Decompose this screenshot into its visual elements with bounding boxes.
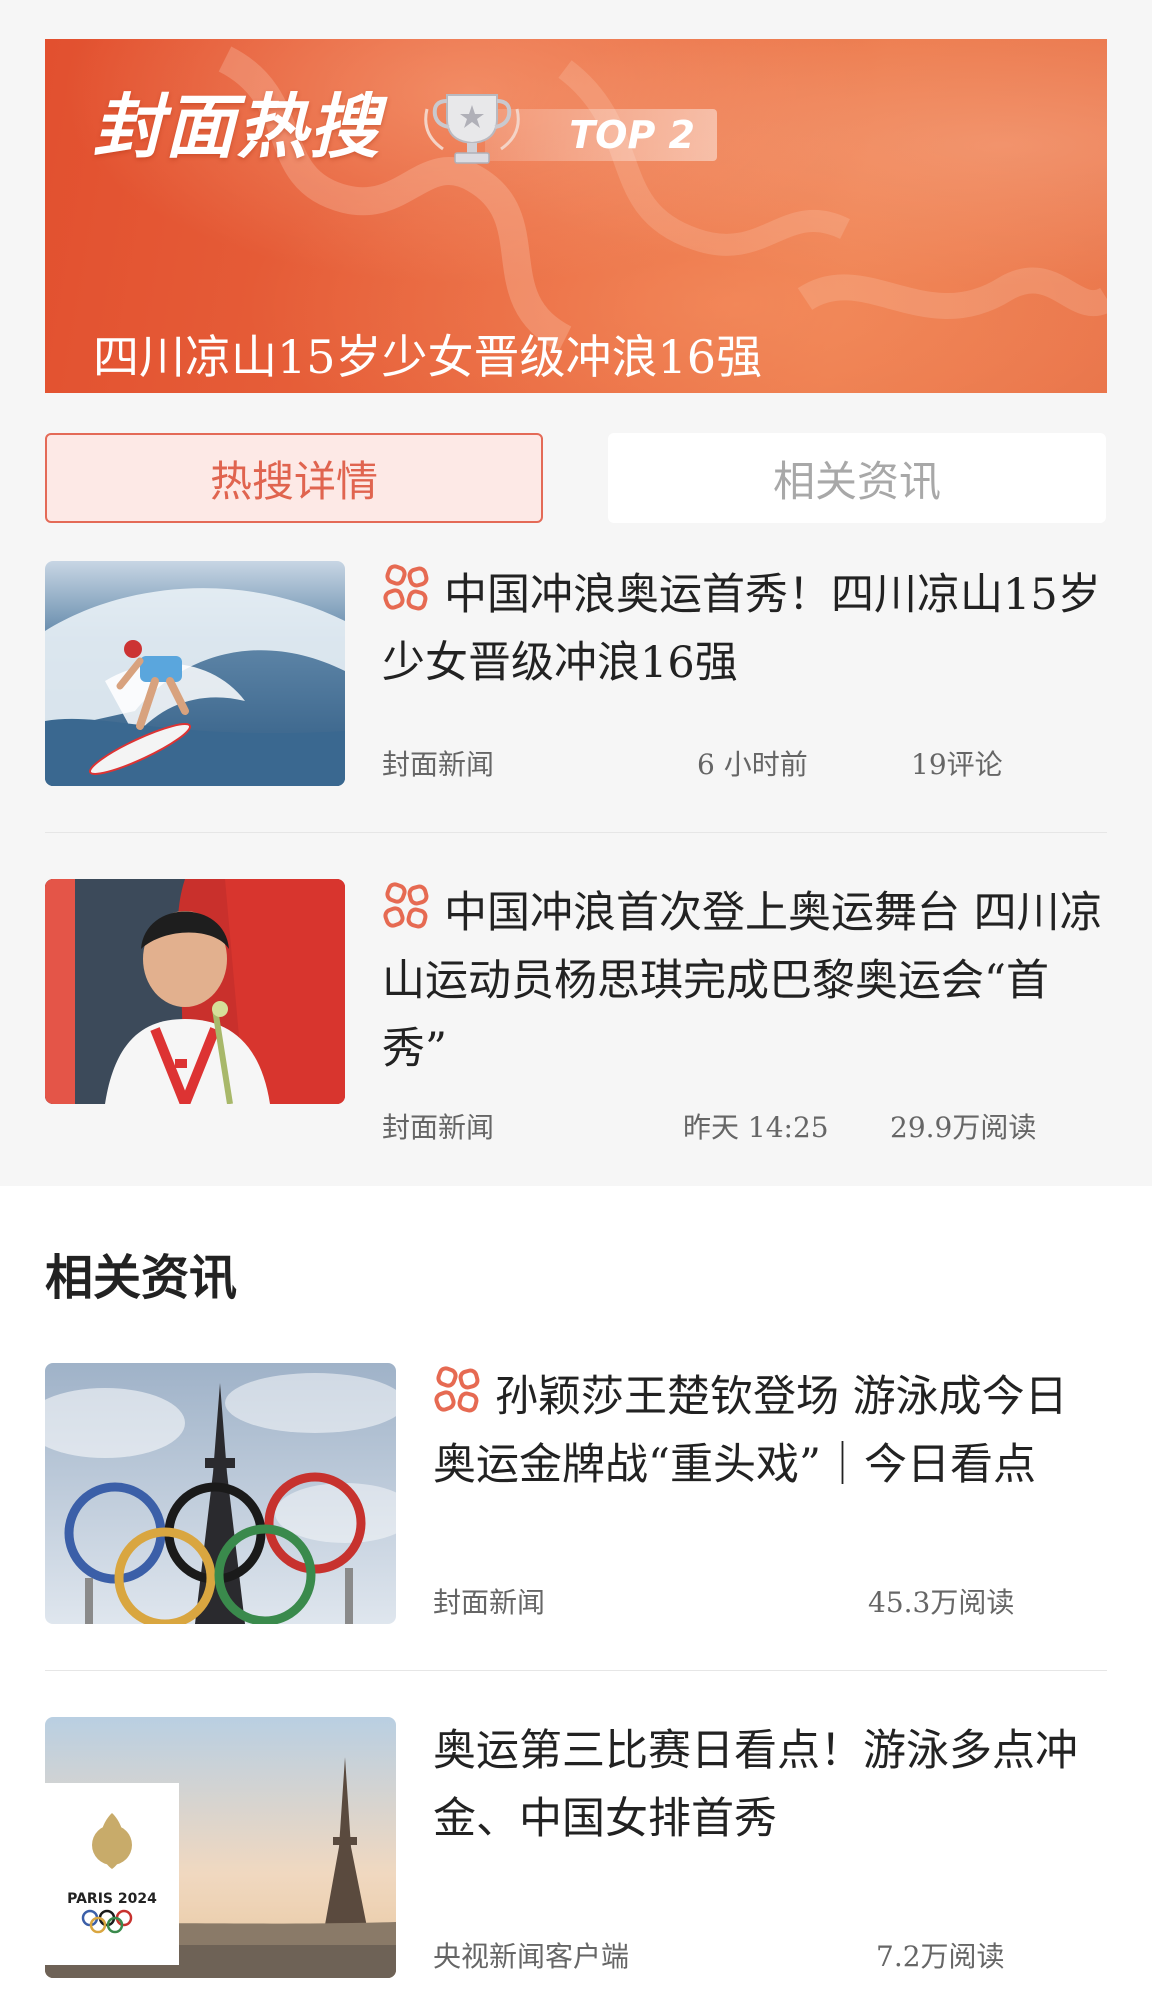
surfing-thumbnail: [45, 561, 345, 786]
article-title-text: 孙颖莎王楚钦登场 游泳成今日奥运金牌战“重头戏”｜今日看点: [433, 1372, 1068, 1490]
article-source: 封面新闻: [433, 1586, 546, 1619]
article-time: 昨天 14:25: [683, 1111, 829, 1144]
article-source: 封面新闻: [382, 748, 495, 781]
list-item[interactable]: 中国冲浪奥运首秀！四川凉山15岁少女晋级冲浪16强 封面新闻 6 小时前 19评…: [45, 561, 1107, 791]
article-source: 封面新闻: [382, 1111, 495, 1144]
banner-title: 封面热搜: [93, 86, 381, 168]
tab-related-news[interactable]: 相关资讯: [608, 433, 1106, 523]
cover-news-logo-icon: [383, 564, 429, 611]
banner-headline: 四川凉山15岁少女晋级冲浪16强: [93, 330, 763, 384]
divider: [45, 832, 1107, 833]
article-title-text: 中国冲浪首次登上奥运舞台 四川凉山运动员杨思琪完成巴黎奥运会“首秀”: [382, 888, 1103, 1074]
section-title: 相关资讯: [45, 1250, 238, 1306]
olympic-rings-thumbnail: [45, 1363, 396, 1624]
list-item[interactable]: 中国冲浪首次登上奥运舞台 四川凉山运动员杨思琪完成巴黎奥运会“首秀” 封面新闻 …: [45, 879, 1107, 1149]
article-time: 6 小时前: [697, 748, 808, 781]
article-title: 孙颖莎王楚钦登场 游泳成今日奥运金牌战“重头戏”｜今日看点: [433, 1363, 1107, 1499]
article-title: 奥运第三比赛日看点！游泳多点冲金、中国女排首秀: [433, 1726, 1078, 1844]
article-title-text: 中国冲浪奥运首秀！四川凉山15岁少女晋级冲浪16强: [382, 570, 1101, 688]
paris-2024-thumbnail: PARIS 2024: [45, 1717, 396, 1978]
article-reads: 7.2万阅读: [876, 1940, 1005, 1973]
article-title: 中国冲浪首次登上奥运舞台 四川凉山运动员杨思琪完成巴黎奥运会“首秀”: [382, 879, 1107, 1083]
athlete-thumbnail: [45, 879, 345, 1104]
article-title: 中国冲浪奥运首秀！四川凉山15岁少女晋级冲浪16强: [382, 561, 1107, 697]
tab-hot-search-detail[interactable]: 热搜详情: [45, 433, 543, 523]
divider: [45, 1670, 1107, 1671]
paris-2024-logo-text: PARIS 2024: [67, 1891, 157, 1907]
article-comments: 19评论: [911, 748, 1003, 781]
cover-news-logo-icon: [434, 1366, 480, 1413]
article-reads: 29.9万阅读: [890, 1111, 1037, 1144]
hot-search-banner[interactable]: 封面热搜 TOP 2 四川凉山15岁少女晋级冲浪16强: [45, 39, 1107, 393]
list-item[interactable]: 孙颖莎王楚钦登场 游泳成今日奥运金牌战“重头戏”｜今日看点 封面新闻 45.3万…: [45, 1363, 1107, 1633]
article-source: 央视新闻客户端: [433, 1940, 630, 1973]
trophy-icon: [424, 94, 520, 164]
article-reads: 45.3万阅读: [868, 1586, 1015, 1619]
list-item[interactable]: PARIS 2024 奥运第三比赛日看点！游泳多点冲金、中国女排首秀 央视新闻客…: [45, 1717, 1107, 1987]
cover-news-logo-icon: [383, 882, 429, 929]
